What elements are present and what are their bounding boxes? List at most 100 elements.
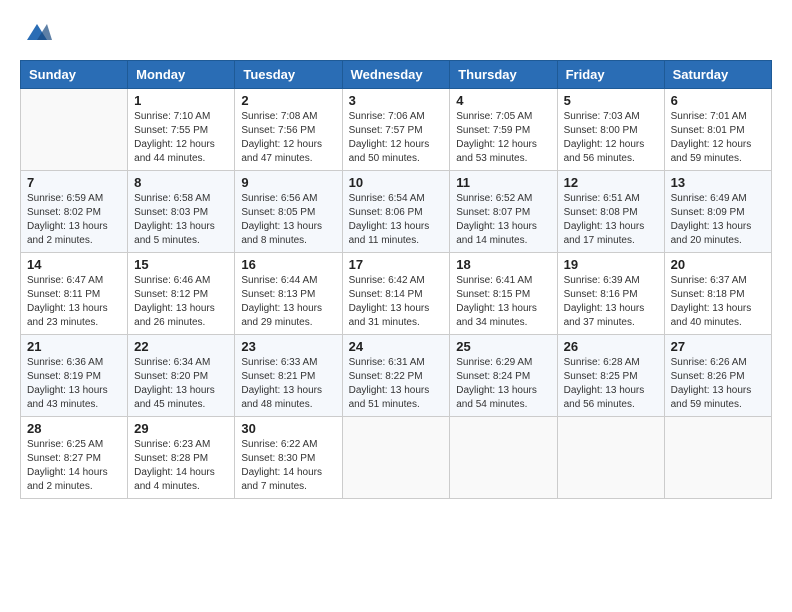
page-header <box>20 20 772 44</box>
day-info: Sunrise: 7:10 AM Sunset: 7:55 PM Dayligh… <box>134 110 228 166</box>
calendar-cell: 26 Sunrise: 6:28 AM Sunset: 8:25 PM Dayli… <box>557 335 664 417</box>
calendar-cell <box>664 417 771 499</box>
day-info: Sunrise: 6:56 AM Sunset: 8:05 PM Dayligh… <box>241 192 335 248</box>
day-number: 17 <box>349 257 444 272</box>
calendar-cell: 13Sunrise: 6:49 AM Sunset: 8:09 PM Dayli… <box>664 171 771 253</box>
weekday-header-tuesday: Tuesday <box>235 61 342 89</box>
day-info: Sunrise: 6:28 AM Sunset: 8:25 PM Dayligh… <box>564 356 658 412</box>
day-number: 21 <box>27 339 121 354</box>
calendar-cell: 22 Sunrise: 6:34 AM Sunset: 8:20 PM Dayli… <box>128 335 235 417</box>
day-number: 2 <box>241 93 335 108</box>
calendar-table: SundayMondayTuesdayWednesdayThursdayFrid… <box>20 60 772 499</box>
calendar-cell: 21 Sunrise: 6:36 AM Sunset: 8:19 PM Dayli… <box>21 335 128 417</box>
calendar-week-3: 14Sunrise: 6:47 AM Sunset: 8:11 PM Dayli… <box>21 253 772 335</box>
calendar-cell: 25 Sunrise: 6:29 AM Sunset: 8:24 PM Dayli… <box>450 335 557 417</box>
calendar-week-2: 7 Sunrise: 6:59 AM Sunset: 8:02 PM Daylig… <box>21 171 772 253</box>
day-number: 4 <box>456 93 550 108</box>
day-number: 26 <box>564 339 658 354</box>
day-number: 8 <box>134 175 228 190</box>
calendar-cell: 18Sunrise: 6:41 AM Sunset: 8:15 PM Dayli… <box>450 253 557 335</box>
day-info: Sunrise: 7:01 AM Sunset: 8:01 PM Dayligh… <box>671 110 765 166</box>
day-number: 9 <box>241 175 335 190</box>
day-number: 3 <box>349 93 444 108</box>
day-info: Sunrise: 6:44 AM Sunset: 8:13 PM Dayligh… <box>241 274 335 330</box>
day-number: 30 <box>241 421 335 436</box>
day-number: 12 <box>564 175 658 190</box>
day-number: 22 <box>134 339 228 354</box>
calendar-cell <box>557 417 664 499</box>
day-info: Sunrise: 6:36 AM Sunset: 8:19 PM Dayligh… <box>27 356 121 412</box>
calendar-cell: 11 Sunrise: 6:52 AM Sunset: 8:07 PM Dayli… <box>450 171 557 253</box>
weekday-header-row: SundayMondayTuesdayWednesdayThursdayFrid… <box>21 61 772 89</box>
calendar-cell: 28 Sunrise: 6:25 AM Sunset: 8:27 PM Dayli… <box>21 417 128 499</box>
calendar-cell: 8 Sunrise: 6:58 AM Sunset: 8:03 PM Daylig… <box>128 171 235 253</box>
weekday-header-saturday: Saturday <box>664 61 771 89</box>
day-number: 27 <box>671 339 765 354</box>
calendar-cell: 10Sunrise: 6:54 AM Sunset: 8:06 PM Dayli… <box>342 171 450 253</box>
day-info: Sunrise: 7:03 AM Sunset: 8:00 PM Dayligh… <box>564 110 658 166</box>
day-info: Sunrise: 6:37 AM Sunset: 8:18 PM Dayligh… <box>671 274 765 330</box>
day-number: 24 <box>349 339 444 354</box>
day-number: 5 <box>564 93 658 108</box>
calendar-week-5: 28 Sunrise: 6:25 AM Sunset: 8:27 PM Dayli… <box>21 417 772 499</box>
day-info: Sunrise: 6:49 AM Sunset: 8:09 PM Dayligh… <box>671 192 765 248</box>
calendar-cell: 9 Sunrise: 6:56 AM Sunset: 8:05 PM Daylig… <box>235 171 342 253</box>
day-info: Sunrise: 6:39 AM Sunset: 8:16 PM Dayligh… <box>564 274 658 330</box>
calendar-cell <box>21 89 128 171</box>
day-number: 19 <box>564 257 658 272</box>
weekday-header-sunday: Sunday <box>21 61 128 89</box>
day-info: Sunrise: 6:33 AM Sunset: 8:21 PM Dayligh… <box>241 356 335 412</box>
weekday-header-monday: Monday <box>128 61 235 89</box>
calendar-cell: 1 Sunrise: 7:10 AM Sunset: 7:55 PM Daylig… <box>128 89 235 171</box>
day-number: 29 <box>134 421 228 436</box>
day-number: 16 <box>241 257 335 272</box>
calendar-week-1: 1 Sunrise: 7:10 AM Sunset: 7:55 PM Daylig… <box>21 89 772 171</box>
day-info: Sunrise: 6:22 AM Sunset: 8:30 PM Dayligh… <box>241 438 335 494</box>
day-info: Sunrise: 6:29 AM Sunset: 8:24 PM Dayligh… <box>456 356 550 412</box>
day-info: Sunrise: 7:05 AM Sunset: 7:59 PM Dayligh… <box>456 110 550 166</box>
day-info: Sunrise: 6:26 AM Sunset: 8:26 PM Dayligh… <box>671 356 765 412</box>
calendar-cell: 15Sunrise: 6:46 AM Sunset: 8:12 PM Dayli… <box>128 253 235 335</box>
calendar-cell <box>450 417 557 499</box>
day-info: Sunrise: 6:25 AM Sunset: 8:27 PM Dayligh… <box>27 438 121 494</box>
weekday-header-thursday: Thursday <box>450 61 557 89</box>
day-info: Sunrise: 6:58 AM Sunset: 8:03 PM Dayligh… <box>134 192 228 248</box>
day-info: Sunrise: 6:54 AM Sunset: 8:06 PM Dayligh… <box>349 192 444 248</box>
day-info: Sunrise: 6:34 AM Sunset: 8:20 PM Dayligh… <box>134 356 228 412</box>
weekday-header-friday: Friday <box>557 61 664 89</box>
calendar-cell: 27 Sunrise: 6:26 AM Sunset: 8:26 PM Dayli… <box>664 335 771 417</box>
calendar-cell: 6Sunrise: 7:01 AM Sunset: 8:01 PM Daylig… <box>664 89 771 171</box>
calendar-cell: 17Sunrise: 6:42 AM Sunset: 8:14 PM Dayli… <box>342 253 450 335</box>
calendar-cell: 19 Sunrise: 6:39 AM Sunset: 8:16 PM Dayli… <box>557 253 664 335</box>
weekday-header-wednesday: Wednesday <box>342 61 450 89</box>
day-number: 15 <box>134 257 228 272</box>
day-info: Sunrise: 6:31 AM Sunset: 8:22 PM Dayligh… <box>349 356 444 412</box>
day-number: 1 <box>134 93 228 108</box>
calendar-cell <box>342 417 450 499</box>
day-number: 23 <box>241 339 335 354</box>
calendar-cell: 2 Sunrise: 7:08 AM Sunset: 7:56 PM Daylig… <box>235 89 342 171</box>
day-info: Sunrise: 7:08 AM Sunset: 7:56 PM Dayligh… <box>241 110 335 166</box>
day-info: Sunrise: 6:52 AM Sunset: 8:07 PM Dayligh… <box>456 192 550 248</box>
calendar-cell: 3Sunrise: 7:06 AM Sunset: 7:57 PM Daylig… <box>342 89 450 171</box>
calendar-cell: 12 Sunrise: 6:51 AM Sunset: 8:08 PM Dayli… <box>557 171 664 253</box>
calendar-cell: 14Sunrise: 6:47 AM Sunset: 8:11 PM Dayli… <box>21 253 128 335</box>
day-info: Sunrise: 6:47 AM Sunset: 8:11 PM Dayligh… <box>27 274 121 330</box>
calendar-cell: 16 Sunrise: 6:44 AM Sunset: 8:13 PM Dayli… <box>235 253 342 335</box>
calendar-cell: 7 Sunrise: 6:59 AM Sunset: 8:02 PM Daylig… <box>21 171 128 253</box>
day-info: Sunrise: 6:59 AM Sunset: 8:02 PM Dayligh… <box>27 192 121 248</box>
day-number: 28 <box>27 421 121 436</box>
calendar-cell: 29Sunrise: 6:23 AM Sunset: 8:28 PM Dayli… <box>128 417 235 499</box>
day-info: Sunrise: 6:51 AM Sunset: 8:08 PM Dayligh… <box>564 192 658 248</box>
calendar-cell: 23 Sunrise: 6:33 AM Sunset: 8:21 PM Dayli… <box>235 335 342 417</box>
calendar-cell: 5 Sunrise: 7:03 AM Sunset: 8:00 PM Daylig… <box>557 89 664 171</box>
day-number: 11 <box>456 175 550 190</box>
day-number: 18 <box>456 257 550 272</box>
day-number: 25 <box>456 339 550 354</box>
calendar-cell: 4 Sunrise: 7:05 AM Sunset: 7:59 PM Daylig… <box>450 89 557 171</box>
calendar-cell: 30 Sunrise: 6:22 AM Sunset: 8:30 PM Dayli… <box>235 417 342 499</box>
day-number: 20 <box>671 257 765 272</box>
logo-icon <box>22 20 52 44</box>
day-number: 7 <box>27 175 121 190</box>
calendar-cell: 20 Sunrise: 6:37 AM Sunset: 8:18 PM Dayli… <box>664 253 771 335</box>
